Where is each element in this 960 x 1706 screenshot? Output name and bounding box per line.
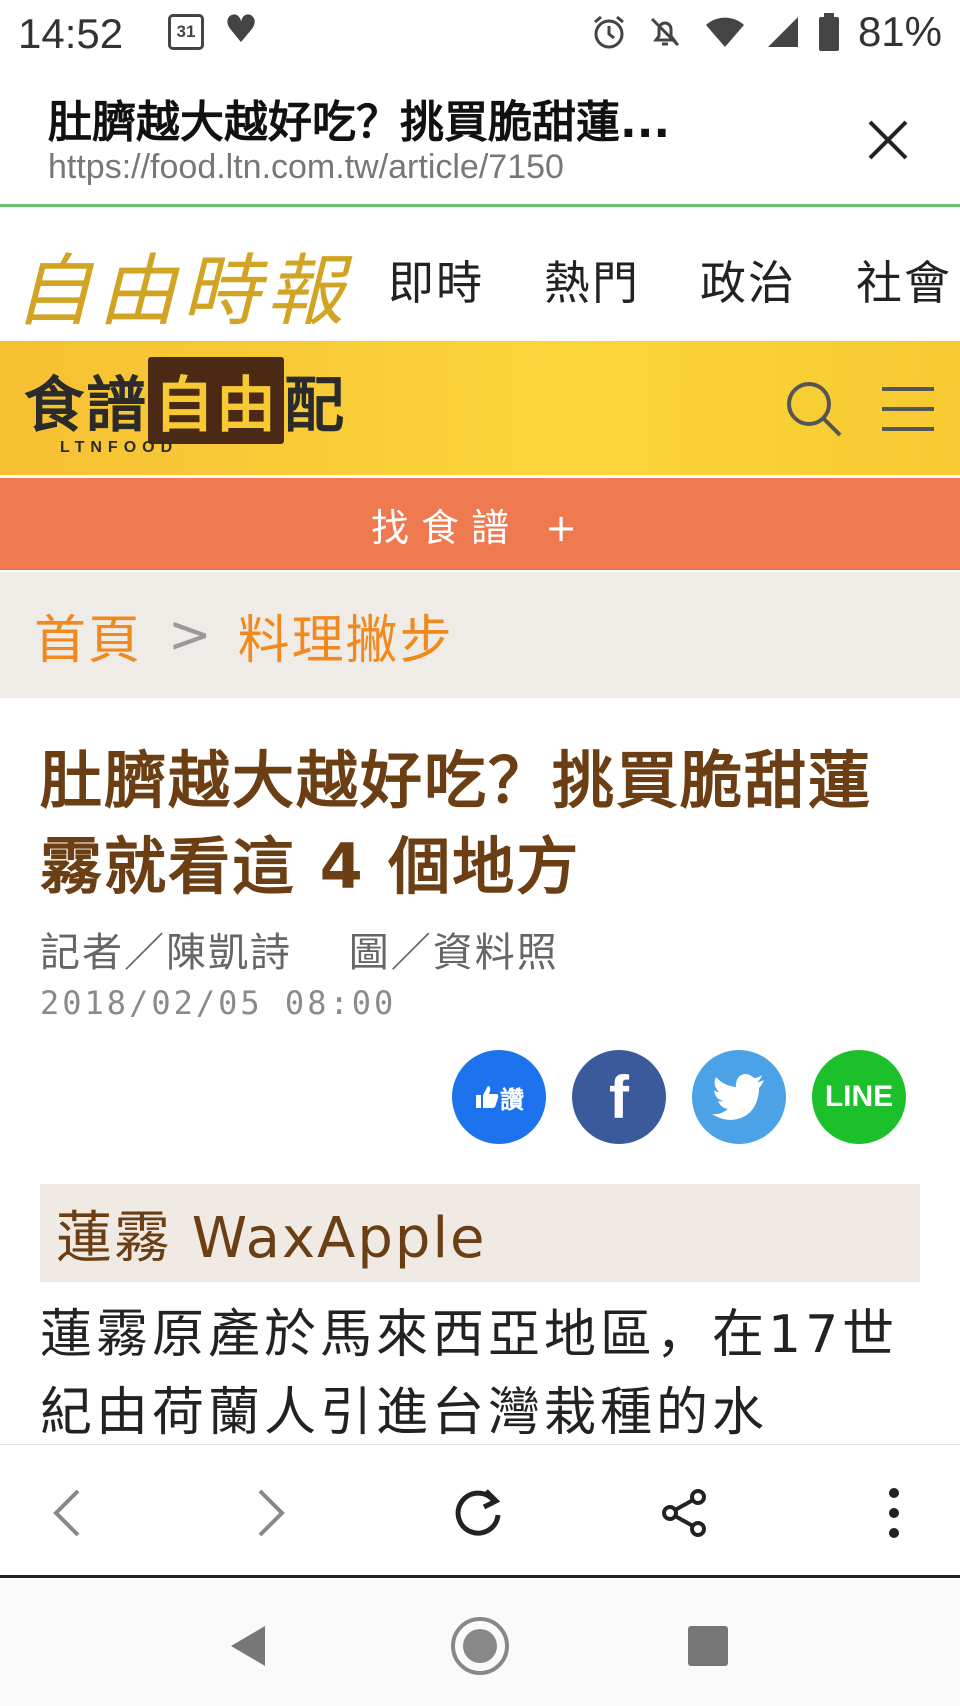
heart-icon: ♥ xyxy=(224,7,259,51)
forward-icon xyxy=(258,1489,285,1537)
mute-icon xyxy=(650,17,679,47)
forward-button[interactable] xyxy=(232,1475,308,1551)
nav-item-popular[interactable]: 熱門 xyxy=(544,247,640,313)
android-nav-bar xyxy=(0,1580,960,1706)
alarm-icon xyxy=(593,15,624,49)
food-logo-end: 配 xyxy=(284,371,346,441)
menu-icon xyxy=(882,387,934,431)
breadcrumb-category[interactable]: 料理撇步 xyxy=(238,598,454,673)
signal-icon xyxy=(767,17,798,47)
reload-button[interactable] xyxy=(440,1475,516,1551)
tab-title: 肚臍越大越好吃？挑買脆甜蓮... xyxy=(48,97,671,148)
menu-button[interactable] xyxy=(876,377,940,441)
article-title: 肚臍越大越好吃？挑買脆甜蓮霧就看這 4 個地方 xyxy=(40,744,873,903)
wifi-icon xyxy=(705,17,744,47)
breadcrumb-separator: > xyxy=(168,605,212,665)
nav-item-politics[interactable]: 政治 xyxy=(700,247,796,313)
food-logo-box: 自由 xyxy=(148,357,284,444)
status-icons: 81% xyxy=(590,8,942,56)
nav-back-icon xyxy=(231,1626,265,1666)
back-button[interactable] xyxy=(30,1475,106,1551)
tab-url[interactable]: https://food.ltn.com.tw/article/7150 xyxy=(48,148,564,187)
nav-recents-button[interactable] xyxy=(668,1606,748,1686)
site-nav-items: 即時 熱門 政治 社會 xyxy=(388,247,952,313)
article-byline: 記者／陳凱詩 圖／資料照 xyxy=(40,930,559,976)
like-label: 讚 xyxy=(500,1085,524,1114)
calendar-icon: 31 xyxy=(168,14,204,50)
twitter-share-button[interactable] xyxy=(692,1050,786,1144)
nav-item-realtime[interactable]: 即時 xyxy=(388,247,484,313)
food-logo[interactable]: 食譜 自由配 LTNFOOD xyxy=(24,357,346,457)
more-button[interactable] xyxy=(856,1475,932,1551)
more-icon xyxy=(889,1488,899,1538)
nav-item-society[interactable]: 社會 xyxy=(856,247,952,313)
search-button[interactable] xyxy=(782,377,846,441)
line-icon: LINE xyxy=(824,1080,894,1113)
browser-toolbar xyxy=(0,1444,960,1578)
status-time: 14:52 xyxy=(18,10,124,57)
find-recipe-label: 找食譜 + xyxy=(371,505,589,550)
battery-percent: 81% xyxy=(857,8,942,55)
share-icon xyxy=(662,1489,706,1537)
facebook-icon: f xyxy=(609,1063,629,1131)
nav-recents-icon xyxy=(688,1626,728,1666)
back-icon xyxy=(53,1489,80,1537)
share-row: 讚 f LINE xyxy=(452,1050,906,1144)
close-button[interactable] xyxy=(856,108,920,172)
article-body: 蓮霧原產於馬來西亞地區，在17世紀由荷蘭人引進台灣栽種的水 xyxy=(40,1305,899,1443)
site-logo[interactable]: 自由時報 xyxy=(14,229,350,341)
twitter-icon xyxy=(712,1074,764,1120)
breadcrumb-home[interactable]: 首頁 xyxy=(34,598,142,673)
line-share-button[interactable]: LINE xyxy=(812,1050,906,1144)
like-button[interactable]: 讚 xyxy=(452,1050,546,1144)
facebook-share-button[interactable]: f xyxy=(572,1050,666,1144)
section-heading-text: 蓮霧 WaxApple xyxy=(56,1205,487,1271)
food-logo-sub: LTNFOOD xyxy=(60,439,179,456)
status-bar: 14:52 31 ♥ 81% xyxy=(0,0,960,70)
food-logo-main: 食譜 xyxy=(24,371,148,441)
nav-home-button[interactable] xyxy=(440,1606,520,1686)
thumbs-up-icon xyxy=(476,1086,499,1108)
food-banner: 食譜 自由配 LTNFOOD xyxy=(0,341,960,475)
article-date: 2018/02/05 08:00 xyxy=(40,984,397,1022)
breadcrumb: 首頁 > 料理撇步 xyxy=(0,572,960,698)
nav-back-button[interactable] xyxy=(208,1606,288,1686)
search-icon xyxy=(787,382,842,437)
section-heading: 蓮霧 WaxApple xyxy=(40,1184,920,1282)
nav-home-icon xyxy=(451,1617,509,1675)
share-button[interactable] xyxy=(646,1475,722,1551)
custom-tab-header: 肚臍越大越好吃？挑買脆甜蓮... https://food.ltn.com.tw… xyxy=(0,72,960,206)
site-nav: 自由時報 即時 熱門 政治 社會 xyxy=(0,207,960,341)
find-recipe-bar[interactable]: 找食譜 + xyxy=(0,478,960,570)
close-icon xyxy=(868,120,908,160)
battery-icon xyxy=(818,13,839,51)
reload-icon xyxy=(455,1489,501,1536)
